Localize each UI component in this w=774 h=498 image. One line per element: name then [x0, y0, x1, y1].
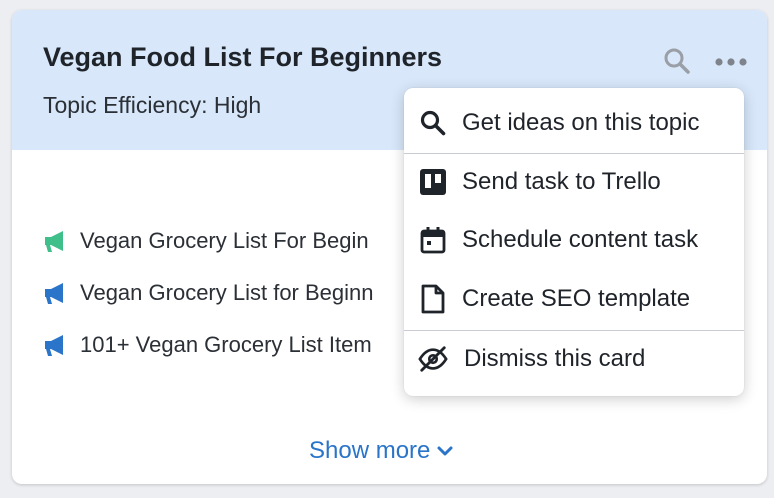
search-icon — [418, 108, 448, 138]
menu-item-label: Send task to Trello — [462, 168, 661, 195]
menu-item-seo-template[interactable]: Create SEO template — [404, 272, 744, 326]
megaphone-icon — [45, 335, 63, 356]
card-options-menu: Get ideas on this topic Send task to Tre… — [404, 88, 744, 396]
list-item[interactable]: Vegan Grocery List For Begin — [43, 225, 369, 257]
topic-efficiency-label: Topic Efficiency: High — [43, 92, 262, 118]
megaphone-icon — [45, 283, 63, 304]
menu-item-label: Dismiss this card — [464, 345, 646, 372]
more-options-icon[interactable] — [712, 46, 750, 76]
megaphone-icon — [45, 231, 63, 252]
menu-divider — [404, 330, 744, 331]
menu-item-schedule[interactable]: Schedule content task — [404, 213, 744, 267]
chevron-down-icon — [437, 446, 453, 456]
menu-item-label: Get ideas on this topic — [462, 109, 700, 136]
trello-icon — [418, 167, 448, 197]
list-item[interactable]: 101+ Vegan Grocery List Item — [43, 329, 372, 361]
search-icon[interactable] — [662, 46, 692, 76]
card-title: Vegan Food List For Beginners — [43, 42, 443, 72]
eye-slash-icon — [418, 344, 448, 374]
show-more-button[interactable]: Show more — [309, 437, 454, 465]
document-icon — [418, 284, 448, 314]
result-title: Vegan Grocery List for Beginn — [80, 280, 374, 305]
result-title: 101+ Vegan Grocery List Item — [80, 332, 372, 357]
show-more-label: Show more — [309, 437, 431, 464]
menu-item-get-ideas[interactable]: Get ideas on this topic — [404, 96, 744, 150]
menu-item-dismiss[interactable]: Dismiss this card — [404, 332, 744, 386]
result-title: Vegan Grocery List For Begin — [80, 228, 369, 253]
calendar-icon — [418, 225, 448, 255]
menu-item-label: Schedule content task — [462, 226, 699, 253]
list-item[interactable]: Vegan Grocery List for Beginn — [43, 277, 374, 309]
menu-divider — [404, 153, 744, 154]
menu-item-label: Create SEO template — [462, 285, 691, 312]
menu-item-trello[interactable]: Send task to Trello — [404, 155, 744, 209]
